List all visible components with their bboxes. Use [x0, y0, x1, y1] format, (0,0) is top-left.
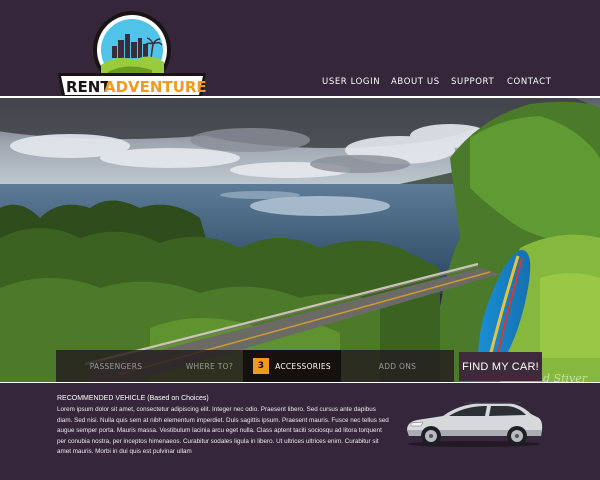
recommended-vehicle-title: RECOMMENDED VEHICLE (Based on Choices)	[57, 395, 209, 402]
step-label: ACCESSORIES	[275, 361, 331, 371]
nav-contact[interactable]: CONTACT	[507, 77, 552, 87]
step-number-badge: 3	[253, 358, 270, 374]
suv-car-image	[407, 402, 543, 447]
nav-about-us[interactable]: ABOUT US	[391, 77, 440, 87]
content-divider	[0, 382, 600, 383]
step-accessories[interactable]: 3 ACCESSORIES	[243, 350, 341, 382]
nav-user-login[interactable]: USER LOGIN	[322, 77, 380, 87]
step-label: PASSENGERS	[89, 361, 143, 371]
step-add-ons[interactable]: ADD ONS	[341, 350, 454, 382]
step-label: WHERE TO?	[185, 361, 234, 371]
recommended-vehicle-description: Lorem ipsum dolor sit amet, consectetur …	[57, 406, 389, 456]
booking-steps: PASSENGERS WHERE TO? 3 ACCESSORIES ADD O…	[56, 350, 454, 382]
nav-support[interactable]: SUPPORT	[451, 77, 494, 87]
photo-watermark: d Stiver	[543, 372, 587, 385]
main-nav: USER LOGIN ABOUT US SUPPORT CONTACT	[0, 77, 600, 89]
step-label: ADD ONS	[378, 361, 417, 371]
step-where-to[interactable]: WHERE TO?	[176, 350, 243, 382]
find-my-car-button[interactable]: FIND MY CAR!	[459, 352, 542, 381]
hero-landscape-image	[0, 98, 600, 382]
step-passengers[interactable]: PASSENGERS	[56, 350, 176, 382]
